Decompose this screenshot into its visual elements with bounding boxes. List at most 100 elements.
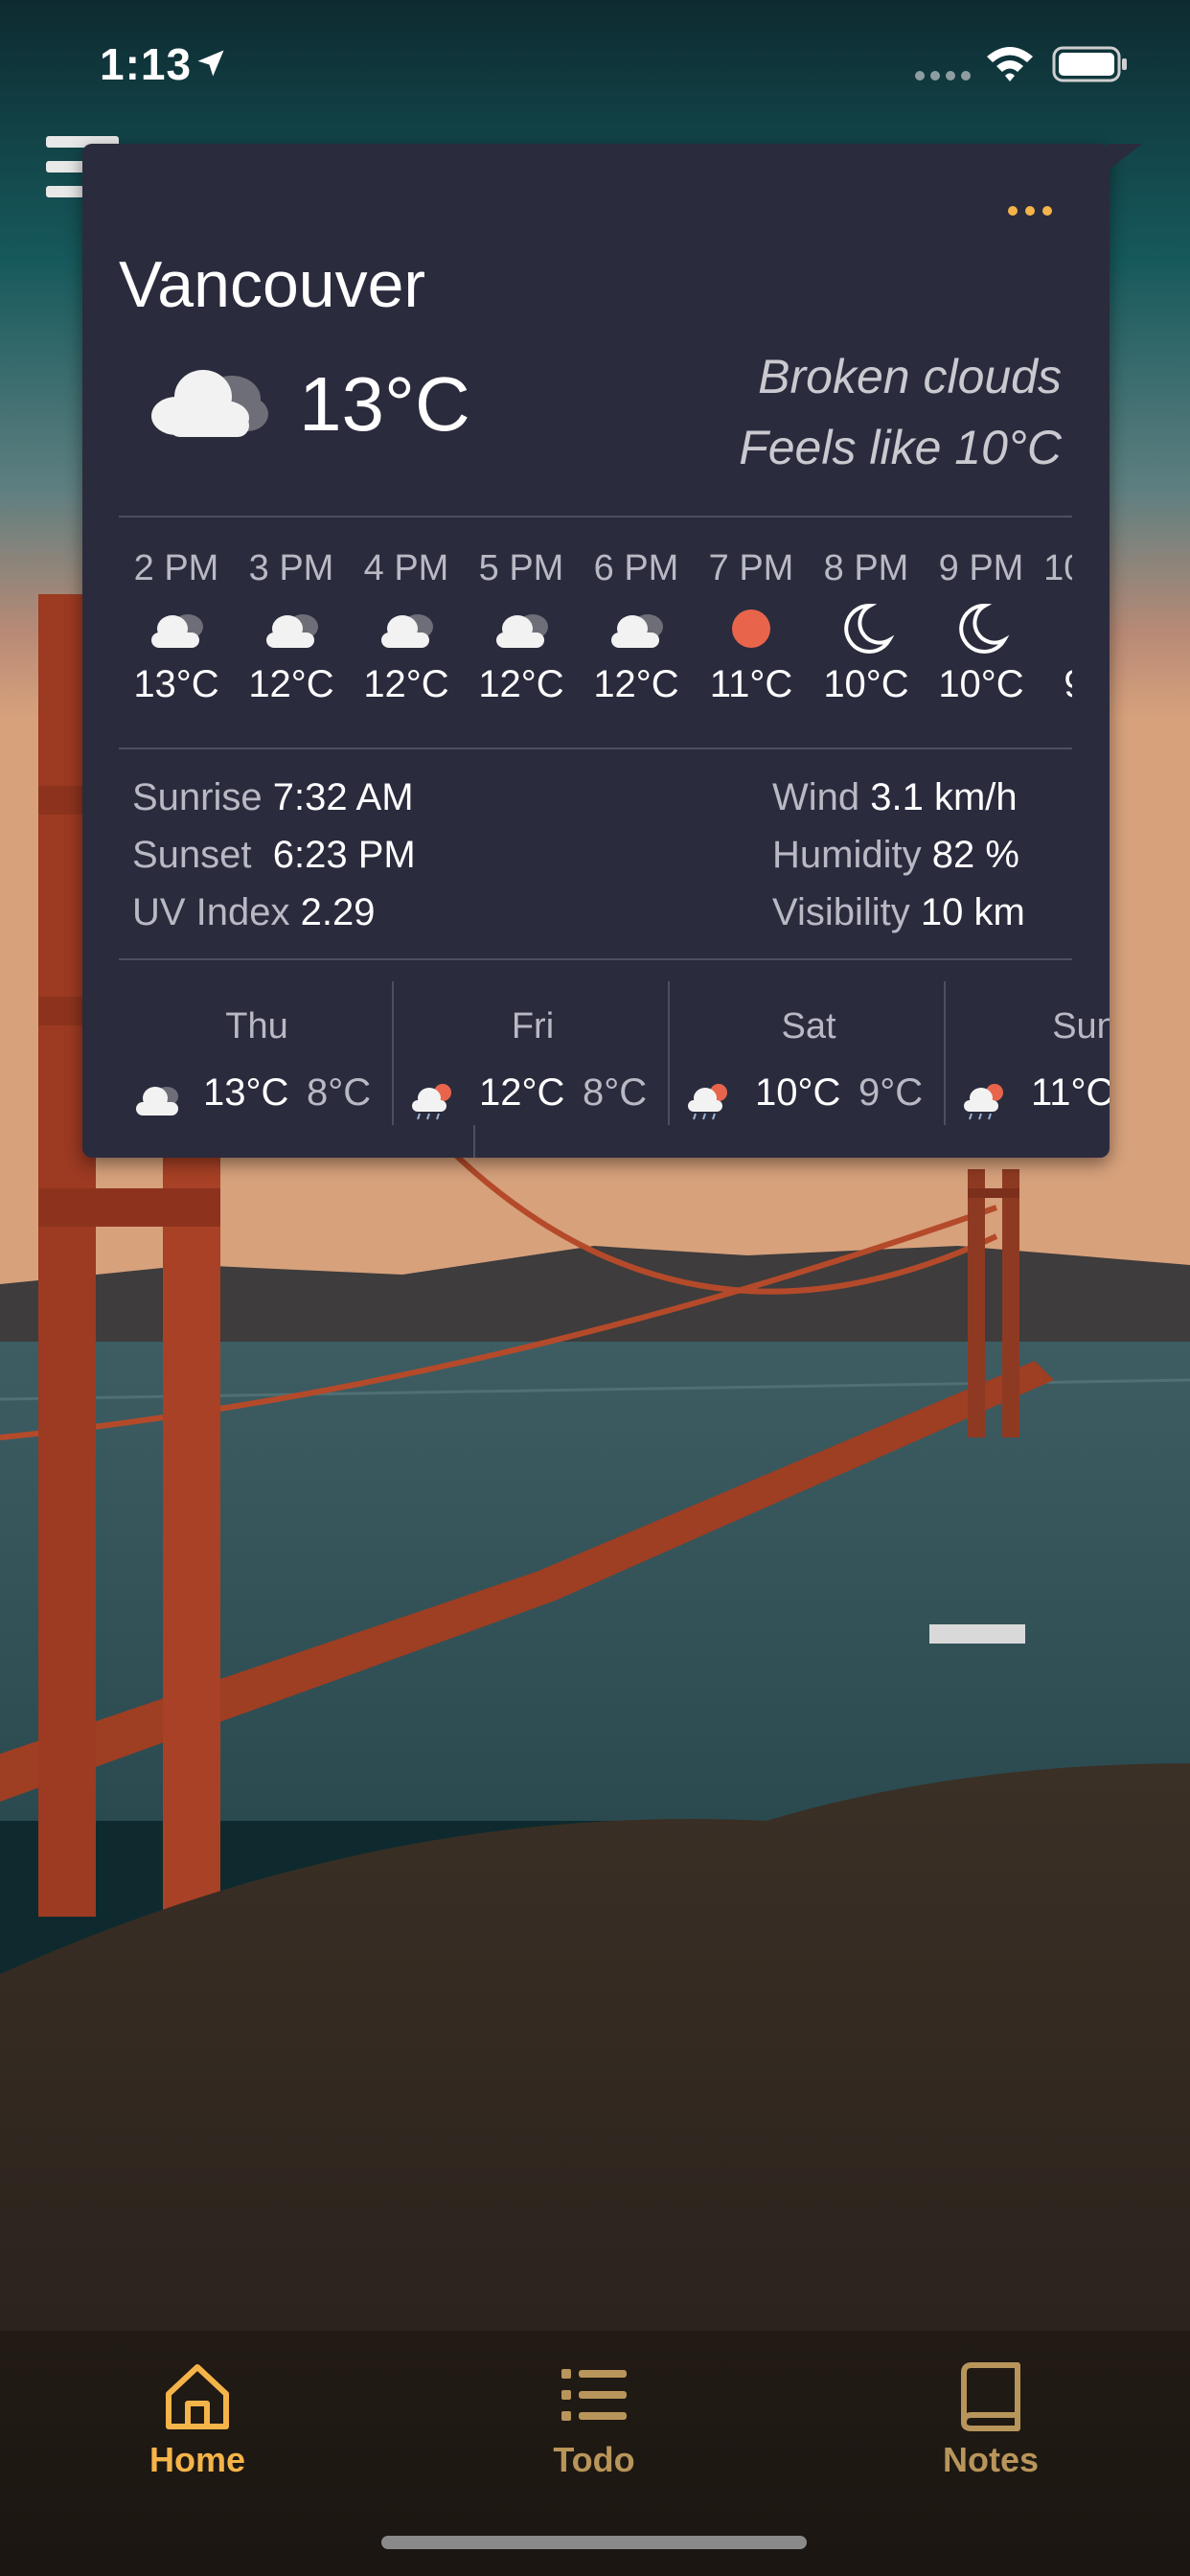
city-name: Vancouver [119,248,426,321]
cloud-icon [136,1087,178,1116]
day-low: 9°C [858,1071,924,1114]
day-divider [473,1125,475,1158]
hourly-item: 7 PM 11°C [694,540,809,706]
day-name: Fri [511,1006,555,1046]
day-name: Thu [225,1006,288,1046]
list-icon [561,2369,627,2421]
hourly-item: 8 PM 10°C [809,540,924,706]
rain-sun-icon [412,1084,451,1120]
moon-icon [959,603,1010,654]
hour-temp: 12°C [478,663,564,705]
humidity-value: 82 % [931,834,1019,876]
hour-time: 8 PM [823,548,909,588]
hour-time: 3 PM [248,548,334,588]
hourly-item: 10 PM 9°C [1039,540,1072,706]
cloud-icon [611,614,663,648]
details-right: Wind 3.1 km/h Humidity 82 % Visibility 1… [772,769,1025,941]
hour-temp: 12°C [248,663,334,705]
hour-temp: 12°C [363,663,449,705]
hourly-item: 5 PM 12°C [464,540,579,706]
day-high: 12°C [479,1071,565,1114]
uv-row: UV Index 2.29 [132,884,416,941]
tab-notes[interactable]: Notes [885,2359,1096,2503]
status-bar: 1:13 [0,0,1190,134]
more-options-button[interactable] [1008,199,1065,222]
hourly-forecast[interactable]: 2 PM 13°C 3 PM 12°C 4 PM 12°C 5 PM 12°C … [119,540,1072,713]
sunrise-value: 7:32 AM [272,776,414,818]
book-icon [961,2362,1020,2431]
wifi-icon [987,47,1033,81]
sunrise-row: Sunrise 7:32 AM [132,769,416,826]
hour-temp: 12°C [593,663,679,705]
sunset-label: Sunset [132,834,252,876]
details-left: Sunrise 7:32 AM Sunset 6:23 PM UV Index … [132,769,416,941]
visibility-label: Visibility [772,891,910,933]
moon-icon [1058,600,1072,657]
divider [119,748,1072,749]
day-divider [944,981,946,1125]
tab-home[interactable]: Home [92,2359,303,2503]
location-arrow-icon [197,50,224,77]
day-divider [392,981,394,1125]
sun-icon [732,610,770,648]
hourly-item: 4 PM 12°C [349,540,464,706]
hour-time: 7 PM [708,548,794,588]
hour-time: 9 PM [938,548,1024,588]
day-divider [668,981,670,1125]
hour-time: 5 PM [478,548,564,588]
tab-notes-label: Notes [942,2440,1040,2479]
cloud-icon [151,614,203,648]
dot-icon [1042,206,1052,216]
tab-todo-label: Todo [553,2440,635,2479]
weather-card: Vancouver 13°C Broken clouds Feels like … [82,144,1142,1158]
visibility-row: Visibility 10 km [772,884,1025,941]
daily-item: Fri 12°C 8°C [395,981,671,1125]
hour-time: 2 PM [133,548,219,588]
day-name: Sun [1052,1006,1110,1046]
daily-item: Sun 11°C [947,981,1110,1125]
divider [119,516,1072,518]
card-notch [1108,144,1142,171]
visibility-value: 10 km [920,891,1025,933]
home-indicator [381,2536,807,2549]
dot-icon [1025,206,1035,216]
home-icon [166,2364,229,2429]
sunset-row: Sunset 6:23 PM [132,826,416,884]
daily-forecast[interactable]: Thu 13°C 8°C Fri 12°C 8°C Sat 10°C 9°C S… [119,981,1110,1158]
uv-value: 2.29 [300,891,376,933]
tab-home-label: Home [149,2440,246,2479]
uv-label: UV Index [132,891,290,933]
sunrise-label: Sunrise [132,776,263,818]
feels-like: Feels like 10°C [739,421,1062,474]
hourly-item: 2 PM 13°C [119,540,234,706]
cellular-signal-icon [915,71,971,80]
day-low: 8°C [583,1071,648,1114]
hour-temp: 10°C [823,663,909,705]
dot-icon [1008,206,1018,216]
current-temperature: 13°C [299,361,470,447]
day-low: 8°C [307,1071,372,1114]
day-high: 10°C [755,1071,841,1114]
weather-description-block: Broken clouds Feels like 10°C [739,341,1062,483]
daily-item: Thu 13°C 8°C [119,981,395,1125]
day-high: 11°C [1031,1071,1110,1114]
status-time: 1:13 [100,39,193,89]
rain-sun-icon [964,1084,1003,1120]
hour-time: 4 PM [363,548,449,588]
day-name: Sat [781,1006,836,1046]
tab-todo[interactable]: Todo [489,2359,699,2503]
rain-sun-icon [688,1084,727,1120]
cloud-icon [151,370,268,437]
hour-time: 10 PM [1043,548,1072,588]
cloud-icon [381,614,433,648]
hourly-item: 9 PM 10°C [924,540,1039,706]
hour-time: 6 PM [593,548,679,588]
moon-icon [844,603,895,654]
day-high: 13°C [203,1071,289,1114]
hour-temp: 13°C [133,663,219,705]
hour-temp: 9°C [1039,663,1072,706]
cloud-icon [496,614,548,648]
hourly-item: 3 PM 12°C [234,540,349,706]
wind-value: 3.1 km/h [870,776,1018,818]
humidity-label: Humidity [772,834,922,876]
